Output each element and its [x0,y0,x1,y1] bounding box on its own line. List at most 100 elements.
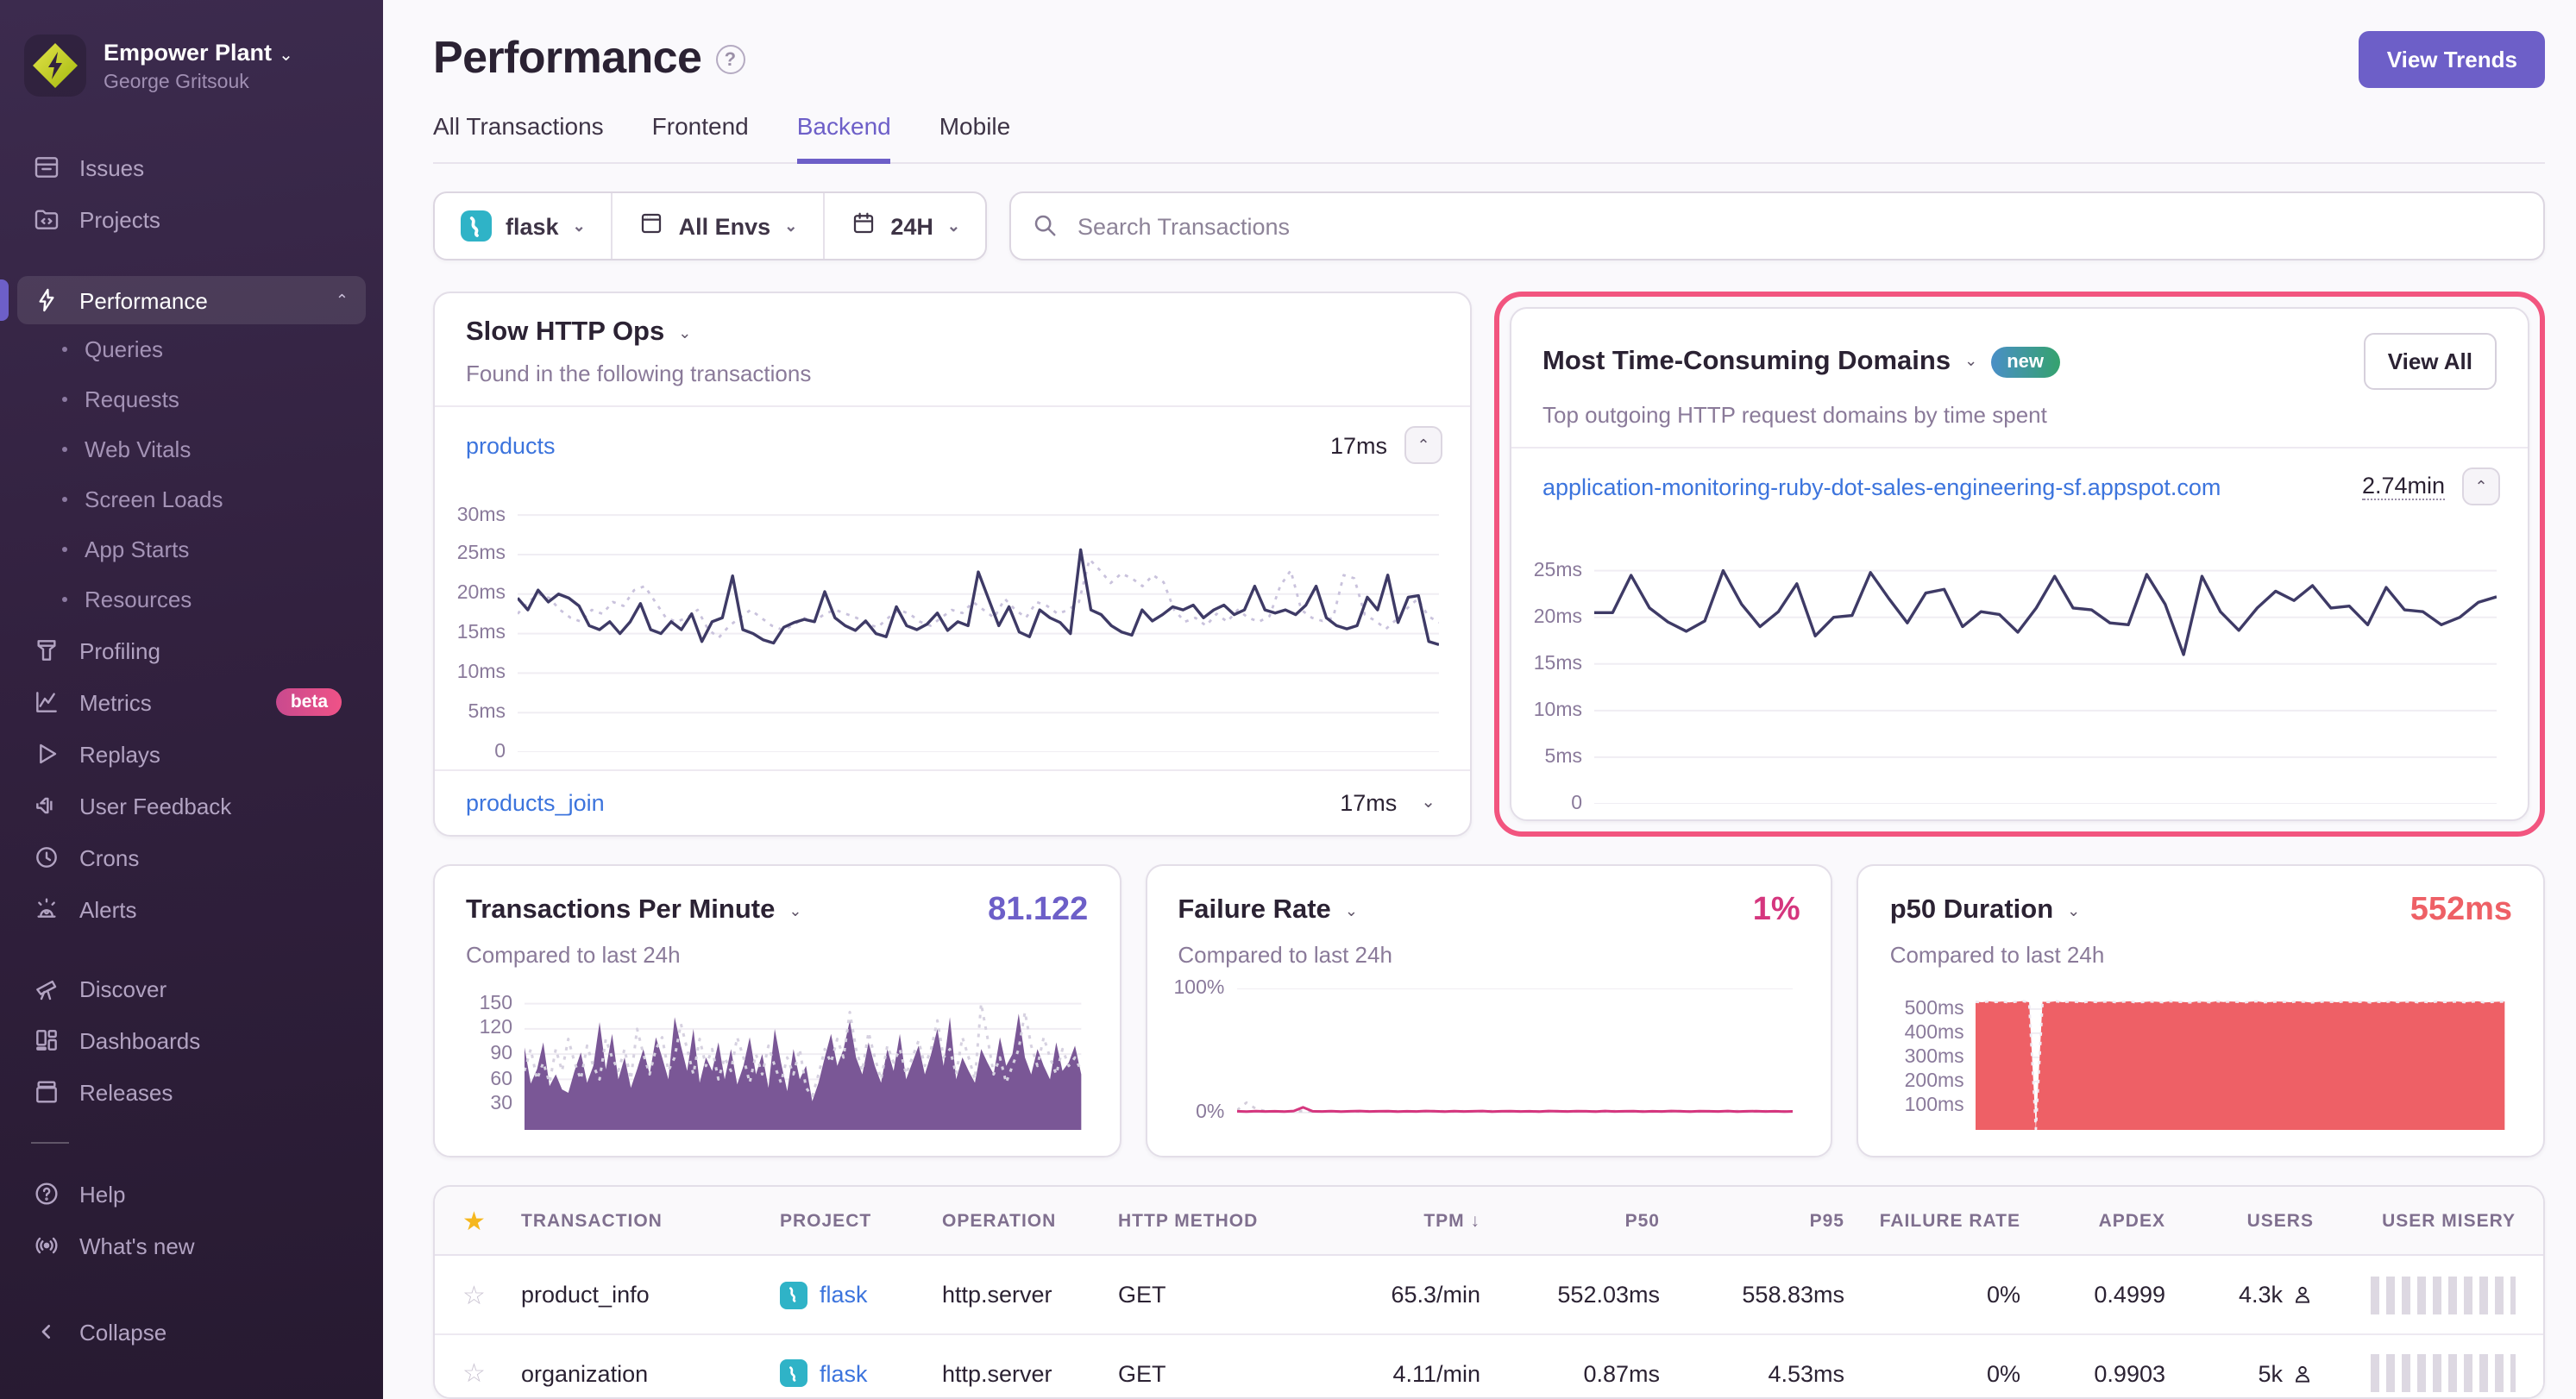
collapse-chevron-up-button[interactable]: ⌃ [2462,467,2500,505]
sidebar-nav: Issues Projects Performance ⌃ Queries Re… [0,141,383,1358]
sidebar-item-label: Alerts [79,896,136,922]
sidebar-item-alerts[interactable]: Alerts [0,883,383,935]
domain-link[interactable]: application-monitoring-ruby-dot-sales-en… [1542,474,2221,499]
col-project[interactable]: PROJECT [780,1210,942,1231]
chevron-down-icon: ⌄ [279,47,293,66]
sidebar-item-requests[interactable]: Requests [0,374,383,424]
sidebar-item-web-vitals[interactable]: Web Vitals [0,424,383,474]
sidebar-item-issues[interactable]: Issues [0,141,383,193]
users-cell: 5k [2165,1360,2314,1386]
panel-title[interactable]: Transactions Per Minute [466,895,775,926]
sidebar-item-profiling[interactable]: Profiling [0,624,383,676]
panel-title[interactable]: Slow HTTP Ops [466,317,664,348]
project-cell[interactable]: flask [780,1281,942,1308]
tab-all-transactions[interactable]: All Transactions [433,112,604,162]
sidebar-item-crons[interactable]: Crons [0,831,383,883]
star-filled-icon[interactable]: ★ [462,1205,521,1236]
sidebar-item-user-feedback[interactable]: User Feedback [0,780,383,831]
http-method-cell: GET [1118,1282,1322,1308]
sidebar-item-queries[interactable]: Queries [0,324,383,374]
releases-archive-icon [31,1077,60,1107]
sidebar-divider [31,1142,69,1144]
star-outline-icon[interactable]: ☆ [462,1279,521,1310]
sidebar-item-label: Collapse [79,1319,166,1345]
col-apdex[interactable]: APDEX [2020,1210,2165,1231]
domain-duration-chart: 25ms20ms15ms10ms5ms0 [1515,552,2497,804]
siren-icon [31,894,60,924]
profiling-icon [31,636,60,665]
telescope-icon [31,974,60,1003]
collapse-chevron-up-button[interactable]: ⌃ [1404,426,1442,464]
view-all-button[interactable]: View All [2364,333,2497,390]
sidebar-item-label: Performance [79,287,208,313]
tab-frontend[interactable]: Frontend [652,112,749,162]
col-tpm-sorted[interactable]: TPM ↓ [1322,1210,1480,1231]
users-cell: 4.3k [2165,1282,2314,1308]
transaction-link[interactable]: product_info [521,1282,780,1308]
col-transaction[interactable]: TRANSACTION [521,1210,780,1231]
search-input[interactable] [1010,191,2545,260]
replays-play-icon [31,739,60,769]
col-p95[interactable]: P95 [1660,1210,1844,1231]
org-logo [24,35,86,97]
transactions-table: ★ TRANSACTION PROJECT OPERATION HTTP MET… [433,1185,2545,1399]
bullet-icon [62,447,67,452]
panel-title[interactable]: Most Time-Consuming Domains [1542,346,1951,377]
col-p50[interactable]: P50 [1480,1210,1660,1231]
sidebar-item-whats-new[interactable]: What's new [0,1220,383,1271]
chevron-down-icon: ⌄ [947,216,960,235]
panel-subtitle: Top outgoing HTTP request domains by tim… [1542,402,2497,428]
sidebar-item-performance[interactable]: Performance ⌃ [17,276,366,324]
col-users[interactable]: USERS [2165,1210,2314,1231]
sidebar-item-dashboards[interactable]: Dashboards [0,1014,383,1066]
col-user-misery[interactable]: USER MISERY [2314,1210,2516,1231]
tab-mobile[interactable]: Mobile [939,112,1011,162]
view-trends-button[interactable]: View Trends [2359,31,2545,88]
star-outline-icon[interactable]: ☆ [462,1358,521,1389]
products-link[interactable]: products [466,432,556,458]
sidebar-item-label: Profiling [79,637,160,663]
org-switcher[interactable]: Empower Plant⌄ George Gritsouk [0,24,383,107]
chevron-down-icon: ⌄ [573,216,586,235]
col-operation[interactable]: OPERATION [942,1210,1118,1231]
chevron-left-icon [31,1317,60,1346]
project-cell[interactable]: flask [780,1359,942,1387]
date-range-dropdown[interactable]: 24H⌄ [823,193,986,259]
sidebar-item-help[interactable]: Help [0,1168,383,1220]
main-content: Performance ? View Trends All Transactio… [383,0,2576,1399]
panel-title[interactable]: Failure Rate [1178,895,1330,926]
sidebar-item-label: Help [79,1181,126,1207]
transaction-link[interactable]: organization [521,1360,780,1386]
sidebar-item-screen-loads[interactable]: Screen Loads [0,474,383,524]
environment-icon [639,210,665,242]
expand-chevron-down-button[interactable]: ⌄ [1414,794,1442,812]
operation-cell: http.server [942,1360,1118,1386]
project-filter-dropdown[interactable]: flask⌄ [435,193,612,259]
sidebar-item-label: Projects [79,206,160,232]
sidebar-item-discover[interactable]: Discover [0,963,383,1014]
tpm-chart: 150120906030 [466,988,1081,1130]
stats-row: Transactions Per Minute ⌄ 81.122 Compare… [433,864,2545,1157]
highlight-ring: Most Time-Consuming Domains ⌄ new View A… [1494,292,2545,837]
panel-title[interactable]: p50 Duration [1890,895,2053,926]
p50-duration-value: 552ms [2410,892,2512,930]
help-question-icon[interactable]: ? [715,45,745,74]
products-join-link[interactable]: products_join [466,790,605,816]
sidebar-item-app-starts[interactable]: App Starts [0,524,383,574]
sidebar-collapse-button[interactable]: Collapse [0,1306,383,1358]
sidebar-item-projects[interactable]: Projects [0,193,383,245]
time-spent-value: 2.74min [2362,473,2445,500]
table-row: ☆ organization flask http.server GET 4.1… [435,1333,2543,1399]
sidebar: Empower Plant⌄ George Gritsouk Issues Pr… [0,0,383,1399]
sidebar-item-releases[interactable]: Releases [0,1066,383,1118]
apdex-cell: 0.4999 [2020,1282,2165,1308]
projects-icon [31,204,60,234]
sidebar-item-resources[interactable]: Resources [0,574,383,624]
environment-filter-dropdown[interactable]: All Envs⌄ [612,193,824,259]
sidebar-item-replays[interactable]: Replays [0,728,383,780]
failure-rate-panel: Failure Rate ⌄ 1% Compared to last 24h 1… [1145,864,1832,1157]
col-http-method[interactable]: HTTP METHOD [1118,1210,1322,1231]
sidebar-item-metrics[interactable]: Metrics beta [0,676,383,728]
col-failure-rate[interactable]: FAILURE RATE [1844,1210,2020,1231]
tab-backend[interactable]: Backend [797,112,891,164]
